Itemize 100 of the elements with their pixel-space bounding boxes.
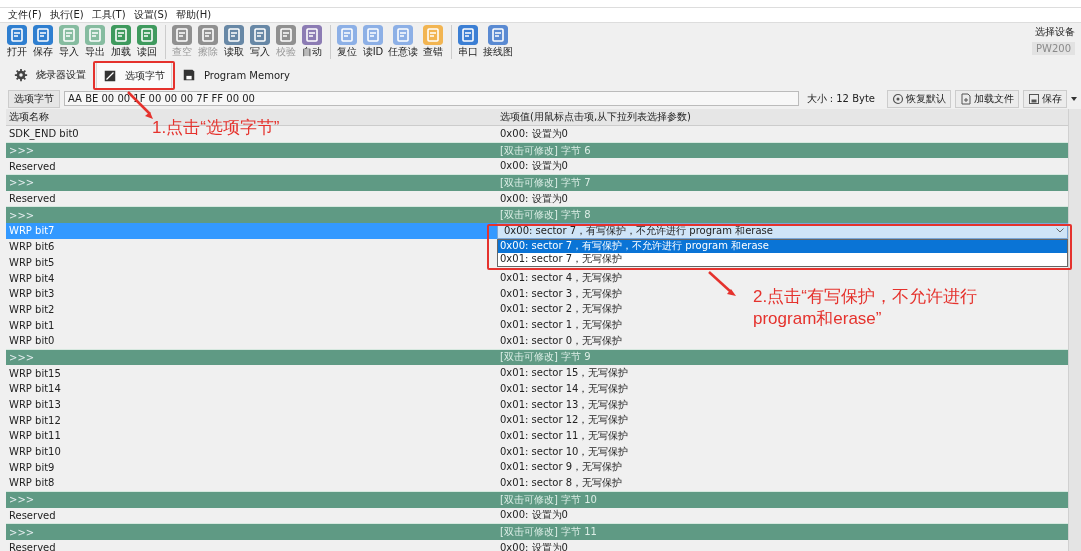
table-cell: WRP bit14: [9, 383, 61, 395]
table-cell: WRP bit5: [9, 256, 55, 268]
toolbar-button[interactable]: 接线图: [483, 25, 513, 58]
toolbar-button[interactable]: 恢复默认: [887, 89, 951, 108]
annotation-arrow: [708, 271, 736, 296]
menu-item[interactable]: 设置(S): [133, 8, 168, 22]
tab[interactable]: Program Memory: [176, 62, 297, 88]
table-cell: WRP bit9: [9, 461, 55, 473]
toolbar-button[interactable]: 任意读: [388, 25, 418, 58]
toolbar-button[interactable]: 复位: [336, 25, 358, 58]
document-icon: [85, 25, 105, 45]
table-cell: >>>: [9, 494, 35, 506]
menu-item[interactable]: 执行(E): [49, 8, 84, 22]
toolbar-button[interactable]: 加载: [110, 25, 132, 58]
gear-icon: [14, 68, 28, 82]
document-icon: [7, 25, 27, 45]
table-cell: 0x01: sector 3，无写保护: [500, 286, 623, 301]
table-cell: >>>: [9, 351, 35, 363]
table-cell: WRP bit10: [9, 446, 61, 458]
table-cell: 0x01: sector 8，无写保护: [500, 475, 623, 490]
document-icon: [276, 25, 296, 45]
table-cell: WRP bit0: [9, 335, 55, 347]
toolbar-button[interactable]: 导入: [58, 25, 80, 58]
toolbar-button[interactable]: 打开: [6, 25, 28, 58]
toolbar-button[interactable]: 保存: [32, 25, 54, 58]
table-cell: WRP bit6: [9, 241, 55, 253]
table-cell: [双击可修改] 字节 7: [500, 175, 591, 190]
toolbar-button[interactable]: 串口: [457, 25, 479, 58]
toolbar-button[interactable]: 读ID: [362, 25, 384, 58]
menu-item[interactable]: 工具(T): [91, 8, 126, 22]
table-cell: [双击可修改] 字节 9: [500, 350, 591, 365]
document-icon: [302, 25, 322, 45]
menu-item[interactable]: 文件(F): [8, 8, 42, 22]
tab[interactable]: 选项字节: [96, 62, 172, 88]
table-cell: 0x01: sector 13，无写保护: [500, 397, 629, 412]
document-icon: [423, 25, 443, 45]
toolbar-button[interactable]: 查错: [422, 25, 444, 58]
document-icon: [250, 25, 270, 45]
toolbar-button[interactable]: 导出: [84, 25, 106, 58]
table-cell: Reserved: [9, 160, 56, 172]
table-cell: Reserved: [9, 509, 56, 521]
table-cell: WRP bit7: [9, 225, 55, 237]
document-icon: [198, 25, 218, 45]
table-cell: 0x00: 设置为0: [500, 191, 568, 206]
table-cell: [双击可修改] 字节 11: [500, 525, 597, 540]
document-icon: [172, 25, 192, 45]
document-icon: [33, 25, 53, 45]
toolbar-button[interactable]: 保存: [1023, 89, 1067, 108]
table-cell: 0x00: 设置为0: [500, 508, 568, 523]
toolbar-button[interactable]: 读回: [136, 25, 158, 58]
table-cell: Reserved: [9, 542, 56, 551]
scrollbar[interactable]: [1068, 109, 1081, 551]
document-icon: [458, 25, 478, 45]
table-cell: >>>: [9, 209, 35, 221]
document-icon: [224, 25, 244, 45]
table-cell: 0x01: sector 11，无写保护: [500, 428, 629, 443]
table-cell: >>>: [9, 526, 35, 538]
table-cell: WRP bit2: [9, 303, 55, 315]
toolbar-button[interactable]: 自动: [301, 25, 323, 58]
option-byte-label: 选项字节: [8, 89, 60, 108]
table-cell: WRP bit11: [9, 430, 61, 442]
toolbar-button[interactable]: 写入: [249, 25, 271, 58]
document-icon: [137, 25, 157, 45]
table-cell: 0x00: 设置为0: [500, 126, 568, 141]
table-cell: Reserved: [9, 193, 56, 205]
table-cell: [双击可修改] 字节 6: [500, 143, 591, 158]
tab[interactable]: 烧录器设置: [8, 62, 92, 88]
annotation-text: 2.点击“有写保护，不允许进行program和erase”: [753, 286, 978, 331]
file-plus-icon: [960, 92, 972, 105]
menu-item[interactable]: 帮助(H): [175, 8, 212, 22]
table-cell: WRP bit12: [9, 414, 61, 426]
table-cell: >>>: [9, 145, 35, 157]
pencil-square-icon: [103, 68, 117, 83]
table-cell: WRP bit4: [9, 272, 55, 284]
document-icon: [393, 25, 413, 45]
restore-icon: [892, 92, 904, 105]
table-cell: WRP bit13: [9, 399, 61, 411]
dropdown-option[interactable]: 0x01: sector 7，无写保护: [498, 252, 1067, 266]
table-cell: 0x01: sector 2，无写保护: [500, 302, 623, 317]
size-label: 大小 : 12 Byte: [806, 91, 875, 106]
table-cell: WRP bit1: [9, 319, 55, 331]
table-cell: WRP bit8: [9, 477, 55, 489]
caret-icon[interactable]: [1071, 95, 1077, 102]
column-header[interactable]: 选项值(用鼠标点击项,从下拉列表选择参数): [500, 110, 691, 124]
table-cell: 0x01: sector 1，无写保护: [500, 318, 623, 333]
table-cell: 0x00: 设置为0: [500, 159, 568, 174]
table-cell: 0x01: sector 14，无写保护: [500, 381, 629, 396]
table-cell: 0x01: sector 4，无写保护: [500, 271, 623, 286]
document-icon: [488, 25, 508, 45]
table-cell: 0x01: sector 10，无写保护: [500, 444, 629, 459]
document-icon: [111, 25, 131, 45]
table-cell: 0x01: sector 0，无写保护: [500, 333, 623, 348]
table-cell: WRP bit3: [9, 288, 55, 300]
annotation-text: 1.点击“选项字节”: [152, 117, 280, 139]
dropdown-option[interactable]: 0x00: sector 7，有写保护，不允许进行 program 和erase: [498, 239, 1067, 253]
device-label: 选择设备: [1035, 25, 1075, 39]
table-cell: [双击可修改] 字节 8: [500, 208, 591, 223]
toolbar-button[interactable]: 加载文件: [955, 89, 1019, 108]
toolbar-button[interactable]: 读取: [223, 25, 245, 58]
column-header[interactable]: 选项名称: [9, 110, 49, 124]
